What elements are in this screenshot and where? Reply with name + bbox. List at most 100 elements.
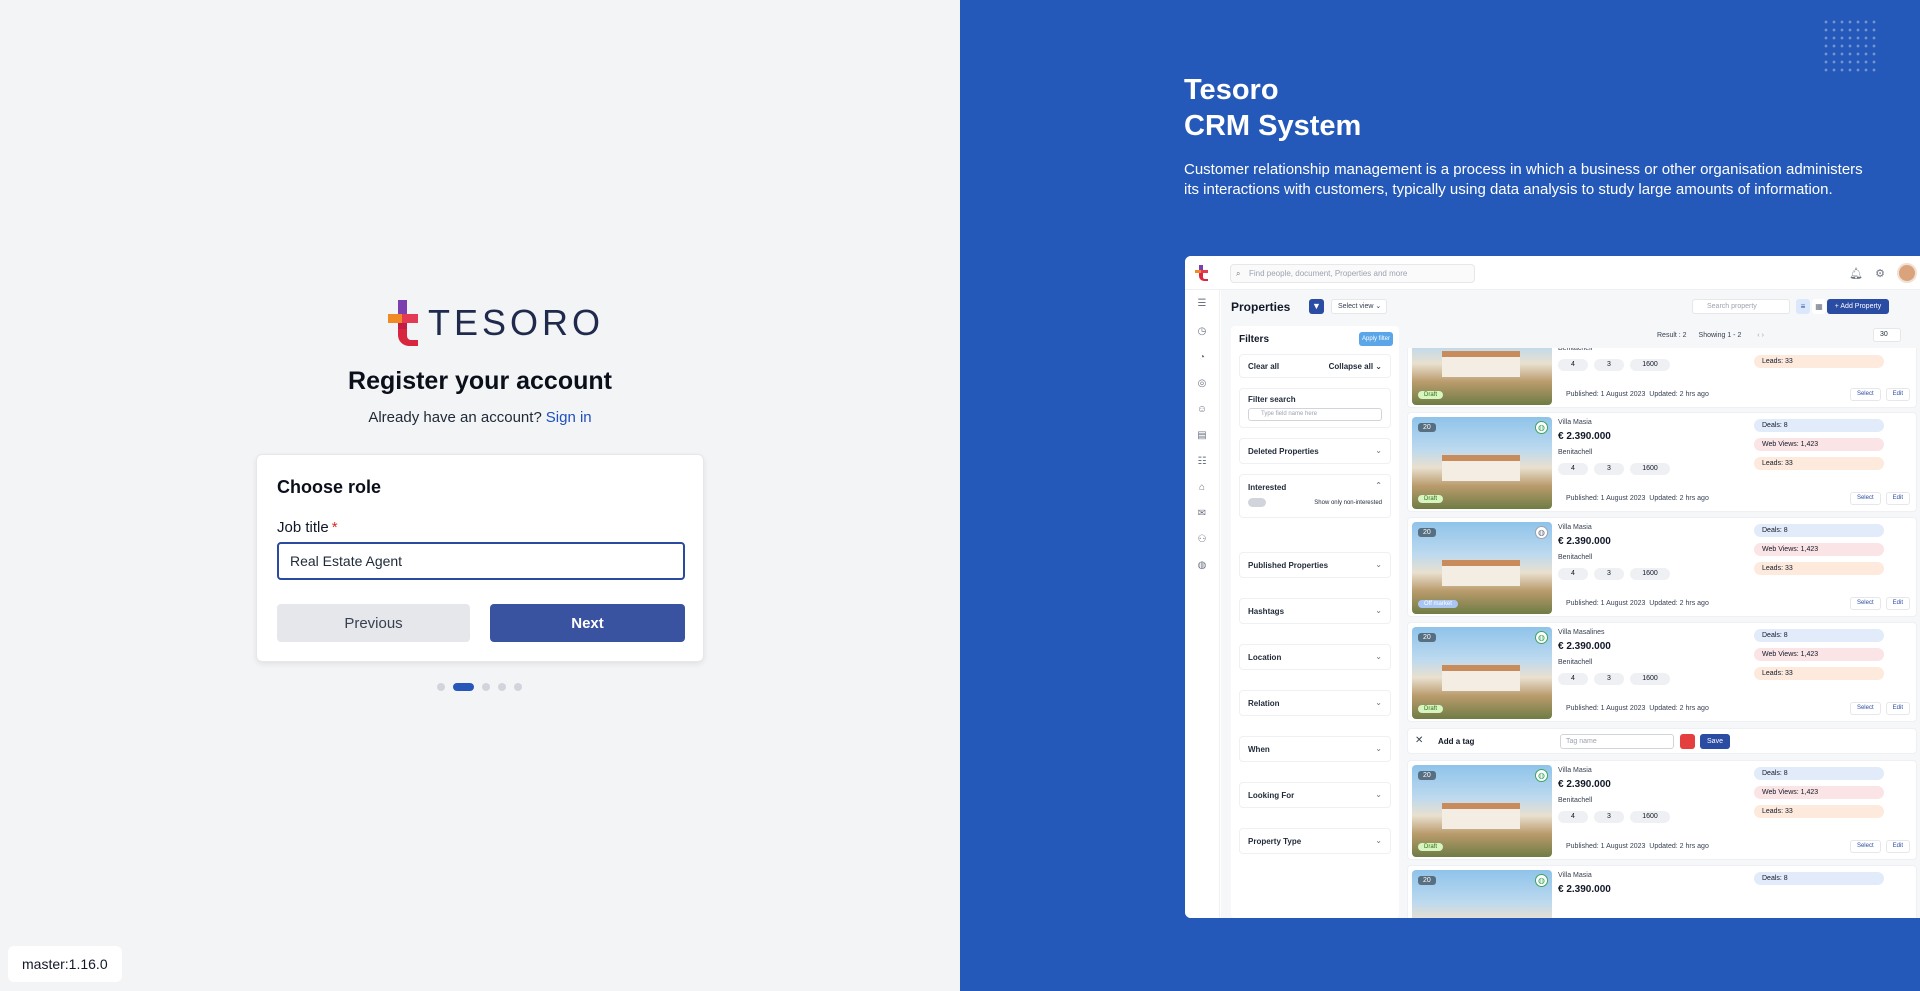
version-badge: master:1.16.0 <box>8 946 122 982</box>
listing-card: 20 ◍ Draft Villa Masalines € 2.390.000 B… <box>1407 622 1917 722</box>
preview-filter-deleted: Deleted Properties ⌄ <box>1239 438 1391 464</box>
listing-actions: Select Edit <box>1849 840 1910 853</box>
card-title: Choose role <box>277 477 382 497</box>
preview-filter-search-label: Filter search <box>1248 395 1296 404</box>
listing-card: 20 ◍ Off market Villa Masia € 2.390.000 … <box>1407 517 1917 617</box>
globe-icon: ◍ <box>1535 769 1548 782</box>
updated-date: Updated: 2 hrs ago <box>1649 705 1709 712</box>
beds-count: 4 <box>1558 673 1588 685</box>
area-value: 1600 <box>1630 568 1670 580</box>
house-image <box>1442 803 1520 829</box>
leads-pill: Leads: 33 <box>1754 457 1884 470</box>
deals-pill: Deals: 8 <box>1754 629 1884 642</box>
people-icon: ⚇ <box>1197 534 1207 545</box>
home-icon: ⌂ <box>1198 482 1206 493</box>
baths-count: 3 <box>1594 811 1624 823</box>
previous-button[interactable]: Previous <box>277 604 470 642</box>
tesoro-logo: TESORO <box>388 300 604 346</box>
edit-button: Edit <box>1885 492 1910 505</box>
leads-pill: Leads: 33 <box>1754 355 1884 368</box>
published-date: Published: 1 August 2023 <box>1566 843 1646 850</box>
leads-pill: Leads: 33 <box>1754 667 1884 680</box>
listing-photo: Draft <box>1412 348 1552 405</box>
photo-count: 20 <box>1418 876 1436 885</box>
baths-count: 3 <box>1594 359 1624 371</box>
preview-filter-search: Filter search Type field name here <box>1239 388 1391 428</box>
preview-filter-interested: Interested ⌃ Show only non-interested <box>1239 474 1391 518</box>
preview-property-list: Draft Benitachell 4 3 1600 Published: 1 … <box>1407 348 1920 918</box>
beds-count: 4 <box>1558 463 1588 475</box>
preview-main: Properties ▼ Select view ⌄ Search proper… <box>1221 290 1920 918</box>
listing-card: 20 ◍ Villa Masia € 2.390.000 Deals: 8 <box>1407 865 1917 918</box>
listing-stats: Deals: 8 Web Views: 1,423 Leads: 33 <box>1754 524 1884 581</box>
listing-dates: Published: 1 August 2023 Updated: 2 hrs … <box>1566 600 1709 607</box>
listing-attrs: 4 3 1600 <box>1558 568 1670 580</box>
globe-icon: ◍ <box>1535 874 1548 887</box>
step-dot-3 <box>482 683 490 691</box>
area-value: 1600 <box>1630 359 1670 371</box>
preview-filter-relation: Relation ⌄ <box>1239 690 1391 716</box>
house-image <box>1442 455 1520 481</box>
preview-per-page: 30 <box>1873 328 1901 342</box>
listing-stats: Deals: 8 Web Views: 1,423 Leads: 33 <box>1754 767 1884 824</box>
updated-date: Updated: 2 hrs ago <box>1649 495 1709 502</box>
job-title-label: Job title * <box>277 519 338 536</box>
edit-button: Edit <box>1885 388 1910 401</box>
select-button: Select <box>1849 388 1881 401</box>
listing-price: € 2.390.000 <box>1558 884 1611 895</box>
preview-page-title: Properties <box>1231 300 1291 314</box>
listing-stats: Leads: 33 <box>1754 355 1884 374</box>
preview-collapse-all: Collapse all ⌄ <box>1328 362 1382 371</box>
globe-icon: ◍ <box>1535 526 1548 539</box>
baths-count: 3 <box>1594 673 1624 685</box>
chevron-up-icon: ⌃ <box>1375 481 1382 490</box>
published-date: Published: 1 August 2023 <box>1566 705 1646 712</box>
add-tag-bar: ✕ Add a tag Tag name Save <box>1407 728 1917 754</box>
preview-filter-relation-label: Relation <box>1248 699 1280 708</box>
preview-filter-published-label: Published Properties <box>1248 561 1329 570</box>
chevron-down-icon: ⌄ <box>1375 744 1382 753</box>
promo-pane: Tesoro CRM System Customer relationship … <box>960 0 1920 991</box>
gear-icon: ⚙ <box>1875 267 1885 280</box>
published-date: Published: 1 August 2023 <box>1566 391 1646 398</box>
preview-top-icons: 🔔︎ ⚙ <box>1849 263 1917 283</box>
globe-icon: ◍ <box>1535 421 1548 434</box>
step-dot-4 <box>498 683 506 691</box>
chevron-down-icon: ⌄ <box>1375 698 1382 707</box>
photo-count: 20 <box>1418 771 1436 780</box>
listing-attrs: 4 3 1600 <box>1558 673 1670 685</box>
preview-filter-looking-for-label: Looking For <box>1248 791 1295 800</box>
tag-save-button: Save <box>1700 734 1730 749</box>
preview-filter-looking-for: Looking For ⌄ <box>1239 782 1391 808</box>
baths-count: 3 <box>1594 568 1624 580</box>
published-date: Published: 1 August 2023 <box>1566 495 1646 502</box>
step-dot-2-active <box>453 683 474 691</box>
preview-filter-location: Location ⌄ <box>1239 644 1391 670</box>
preview-select-view: Select view ⌄ <box>1331 299 1387 314</box>
status-badge: Off market <box>1418 600 1458 608</box>
status-badge: Draft <box>1418 705 1444 713</box>
bell-icon: 🔔︎ <box>1849 267 1864 280</box>
chart-icon: ◔ <box>1198 352 1206 363</box>
preview-filter-interested-label: Interested <box>1248 483 1287 492</box>
sign-in-link[interactable]: Sign in <box>546 409 592 426</box>
avatar <box>1897 263 1917 283</box>
promo-title-line1: Tesoro <box>1184 74 1279 106</box>
document-icon: ▤ <box>1197 430 1207 441</box>
chevron-down-icon: ⌄ <box>1375 446 1382 455</box>
preview-sidebar: ☰ ◷ ◔ ◎ ☺ ▤ ☷ ⌂ ✉ ⚇ ◍ <box>1185 290 1220 918</box>
clock-icon: ◷ <box>1197 326 1207 337</box>
area-value: 1600 <box>1630 673 1670 685</box>
chevron-down-icon: ⌄ <box>1375 652 1382 661</box>
job-title-input[interactable] <box>277 542 685 580</box>
select-button: Select <box>1849 840 1881 853</box>
tesoro-logo-icon <box>388 300 418 346</box>
status-badge: Draft <box>1418 843 1444 851</box>
listing-photo: 20 ◍ Draft <box>1412 417 1552 509</box>
listing-actions: Select Edit <box>1849 492 1910 505</box>
preview-filter-published: Published Properties ⌄ <box>1239 552 1391 578</box>
next-button[interactable]: Next <box>490 604 685 642</box>
toggle-switch <box>1248 498 1266 507</box>
edit-button: Edit <box>1885 840 1910 853</box>
list-view-icon: ≡ <box>1796 299 1810 314</box>
